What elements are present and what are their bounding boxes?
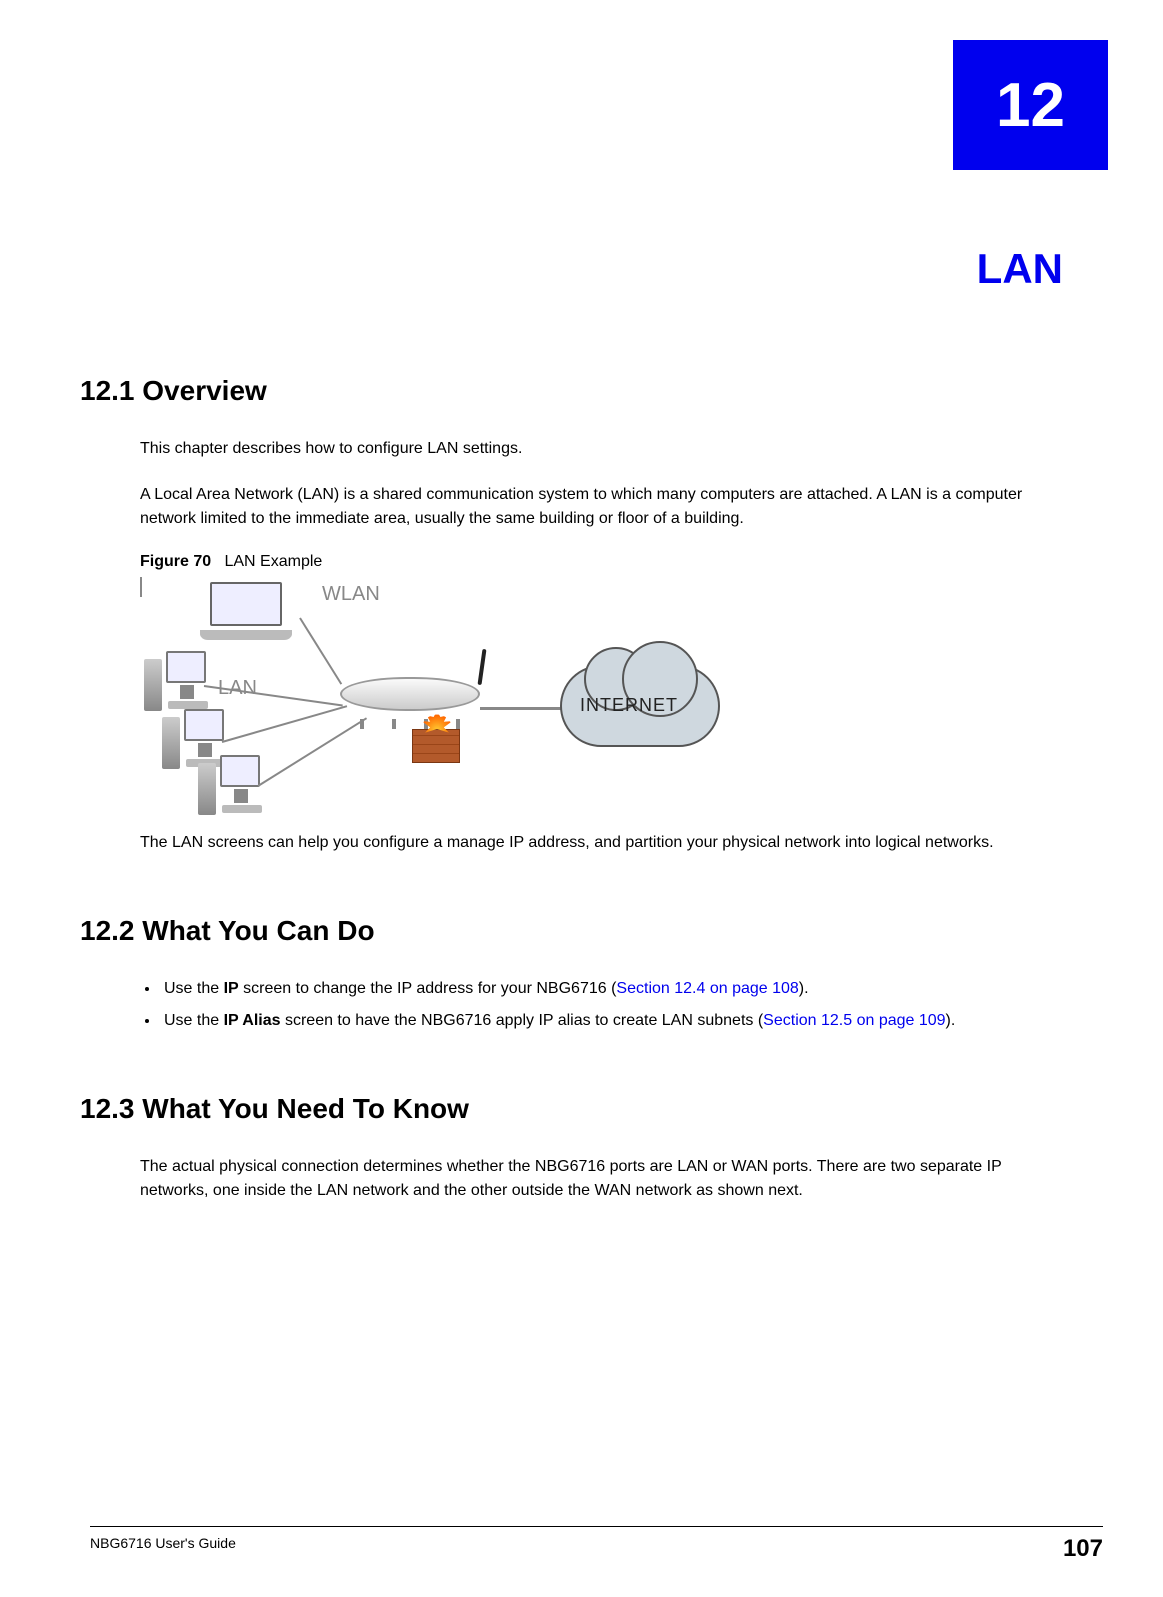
bullet-text: Use the: [164, 980, 224, 997]
figure-caption: Figure 70 LAN Example: [140, 553, 1070, 571]
body-text: This chapter describes how to configure …: [140, 437, 1070, 461]
body-text: The LAN screens can help you configure a…: [140, 831, 1070, 855]
bullet-text: ).: [946, 1012, 956, 1029]
page-footer: NBG6716 User's Guide 107: [90, 1526, 1103, 1563]
footer-guide-name: NBG6716 User's Guide: [90, 1535, 236, 1551]
section-heading-overview: 12.1 Overview: [80, 375, 1070, 407]
section-heading-whatyoucando: 12.2 What You Can Do: [80, 915, 1070, 947]
bullet-text: screen to change the IP address for your…: [239, 980, 617, 997]
internet-label: INTERNET: [580, 695, 678, 716]
laptop-icon: [210, 582, 305, 640]
bullet-bold: IP: [224, 980, 239, 997]
cross-reference-link[interactable]: Section 12.4 on page 108: [616, 980, 798, 997]
router-icon: [340, 677, 480, 723]
bullet-text: screen to have the NBG6716 apply IP alia…: [281, 1012, 764, 1029]
section-heading-needtoknow: 12.3 What You Need To Know: [80, 1093, 1070, 1125]
section-what-you-need-to-know: 12.3 What You Need To Know The actual ph…: [90, 1093, 1070, 1203]
firewall-icon: [412, 729, 466, 775]
wlan-label: WLAN: [322, 583, 380, 606]
chapter-header: LAN: [977, 240, 1063, 293]
section-what-you-can-do: 12.2 What You Can Do Use the IP screen t…: [90, 915, 1070, 1033]
bullet-list: Use the IP screen to change the IP addre…: [160, 977, 1070, 1033]
connection-line: [299, 617, 342, 684]
bullet-text: ).: [799, 980, 809, 997]
pc-icon: [144, 647, 204, 713]
figure-label: Figure 70: [140, 553, 211, 570]
chapter-tab: 12: [953, 40, 1108, 170]
chapter-title: LAN: [977, 245, 1063, 293]
connection-line: [480, 707, 566, 710]
body-text: The actual physical connection determine…: [140, 1155, 1070, 1203]
body-text: A Local Area Network (LAN) is a shared c…: [140, 483, 1070, 531]
connection-line: [140, 577, 142, 597]
bullet-bold: IP Alias: [224, 1012, 281, 1029]
chapter-number: 12: [996, 70, 1065, 141]
list-item: Use the IP screen to change the IP addre…: [160, 977, 1070, 1001]
page-number: 107: [1063, 1535, 1103, 1563]
pc-icon: [198, 751, 258, 817]
figure-title: LAN Example: [224, 553, 322, 570]
connection-line: [222, 705, 348, 743]
bullet-text: Use the: [164, 1012, 224, 1029]
lan-example-diagram: WLAN LAN INTERNET: [140, 577, 725, 807]
internet-cloud-icon: INTERNET: [560, 665, 720, 747]
page-content: 12.1 Overview This chapter describes how…: [90, 375, 1070, 1225]
list-item: Use the IP Alias screen to have the NBG6…: [160, 1009, 1070, 1033]
cross-reference-link[interactable]: Section 12.5 on page 109: [763, 1012, 945, 1029]
